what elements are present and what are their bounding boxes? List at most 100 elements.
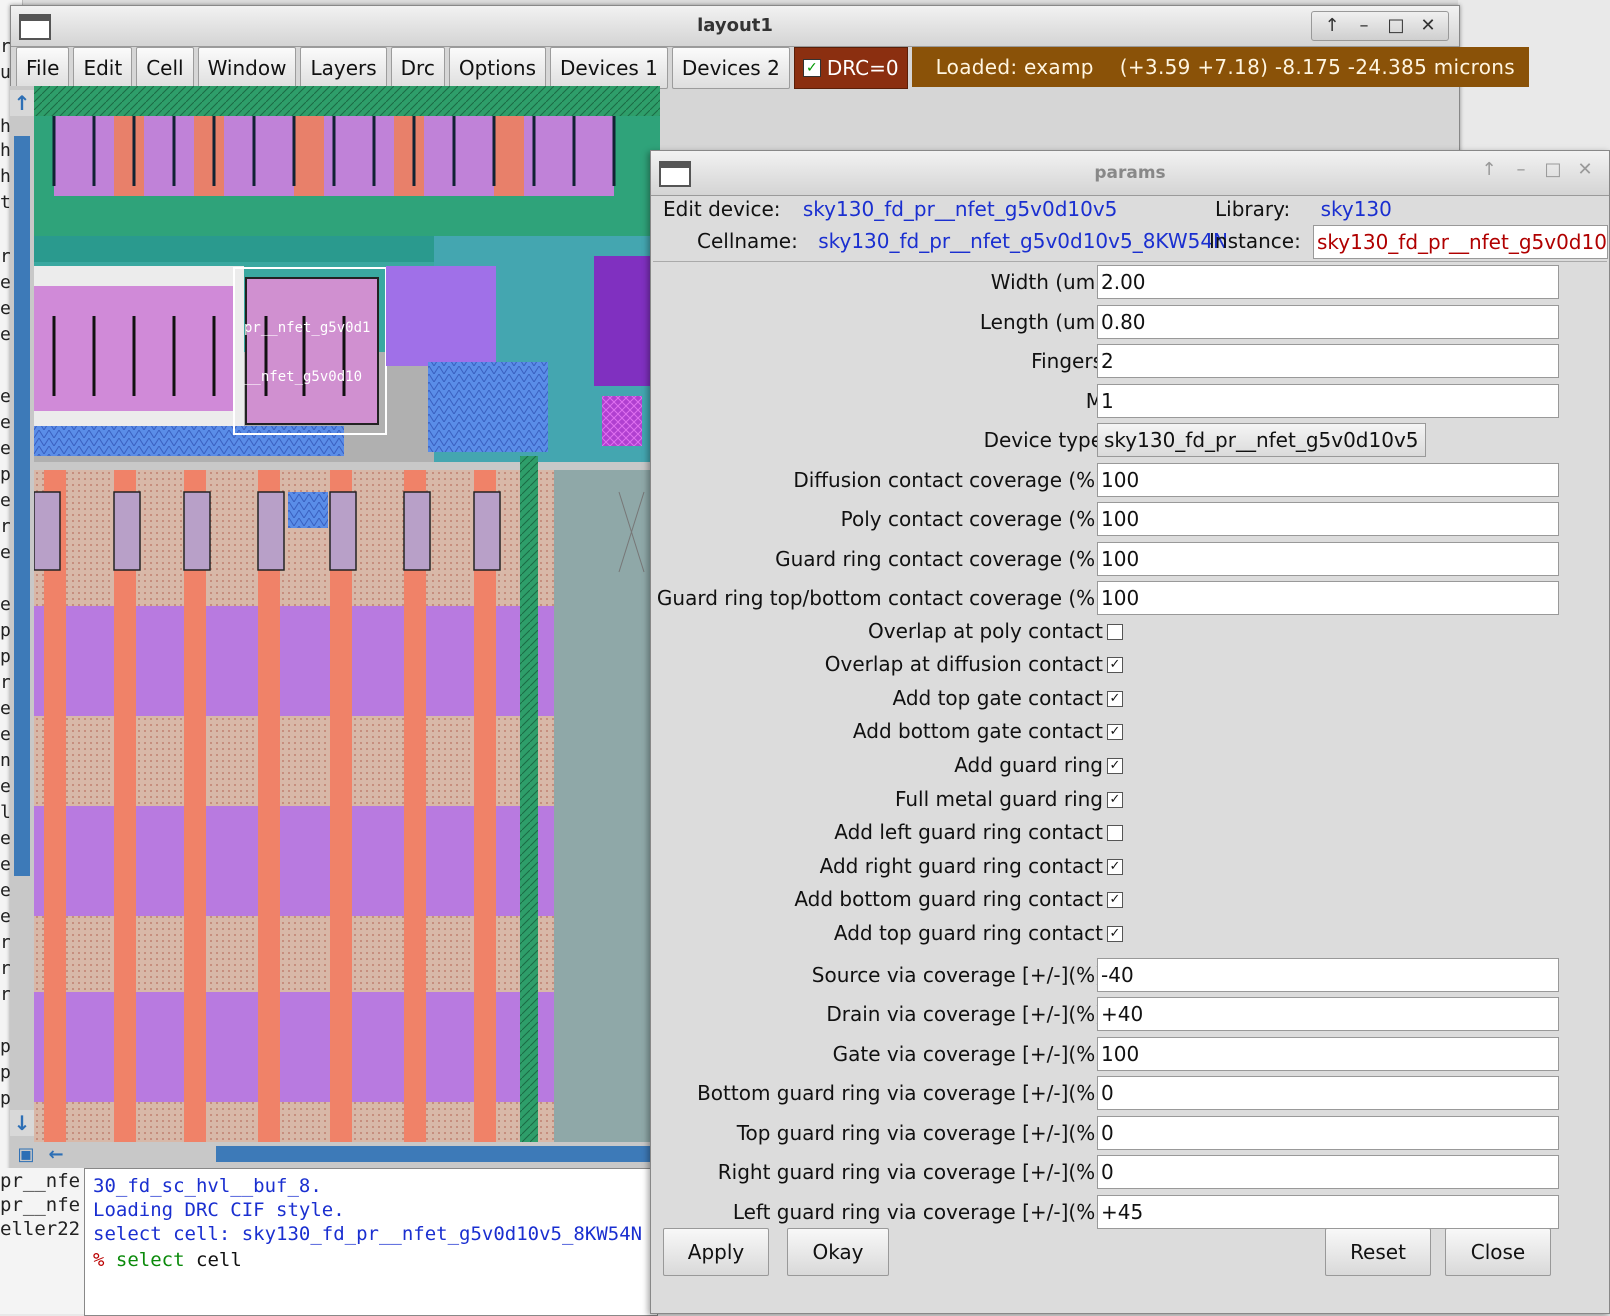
status-coordinates: (+3.59 +7.18) -8.175 -24.385 microns [1119,55,1515,79]
add-left-guard-ring-contact-checkbox[interactable] [1107,825,1123,842]
add-left-guard-ring-contact-label: Add left guard ring contact [834,820,1103,845]
poly-contact-coverage-row: Poly contact coverage (%) 100 [651,500,1607,540]
bg-console-line: pr__nfe [0,1194,81,1216]
dialog-window-controls: ↑ – □ ✕ [1475,156,1599,184]
maximize-icon[interactable]: □ [1539,156,1567,184]
menu-devices-1[interactable]: Devices 1 [550,47,668,89]
length-label: Length (um) [979,309,1103,334]
bottom-guard-ring-via-coverage-field[interactable]: 0 [1097,1076,1559,1110]
raise-icon[interactable]: ↑ [1475,156,1503,184]
right-guard-ring-via-coverage-row: Right guard ring via coverage [+/-](%) 0 [651,1153,1607,1193]
layout-canvas[interactable]: pr__nfet_g5v0d1 __nfet_g5v0d10 [34,86,660,1142]
drain-via-coverage-row: Drain via coverage [+/-](%) +40 [651,995,1607,1035]
add-bottom-gate-contact-checkbox[interactable]: ✓ [1107,724,1123,741]
add-top-gate-contact-row: Add top gate contact ✓ [651,684,1607,716]
instance-field[interactable]: sky130_fd_pr__nfet_g5v0d10v5 [1313,225,1608,259]
cell-label-2: __nfet_g5v0d10 [244,369,362,385]
close-button[interactable]: Close [1445,1228,1551,1276]
add-right-guard-ring-contact-checkbox[interactable]: ✓ [1107,858,1123,875]
close-icon[interactable]: ✕ [1571,156,1599,184]
console-line: 30_fd_sc_hvl__buf_8. [93,1175,322,1197]
add-guard-ring-label: Add guard ring [954,752,1103,777]
horizontal-scroll-thumb[interactable] [216,1146,660,1162]
menu-layers[interactable]: Layers [300,47,387,89]
add-guard-ring-row: Add guard ring ✓ [651,751,1607,783]
minimize-icon[interactable]: – [1350,12,1378,40]
menu-drc[interactable]: Drc [390,47,445,89]
add-bottom-guard-ring-contact-checkbox[interactable]: ✓ [1107,892,1123,909]
add-top-guard-ring-contact-checkbox[interactable]: ✓ [1107,925,1123,942]
vertical-scroll-thumb[interactable] [14,136,30,876]
device-type-selector[interactable]: sky130_fd_pr__nfet_g5v0d10v5 [1097,423,1426,457]
layout-window-title: layout1 [697,15,773,36]
add-bottom-gate-contact-row: Add bottom gate contact ✓ [651,717,1607,749]
background-console-fragment: pr__nfe pr__nfe eller22 [0,1168,84,1314]
apply-button[interactable]: Apply [663,1228,769,1276]
menu-devices-2[interactable]: Devices 2 [671,47,790,89]
horizontal-scrollbar[interactable]: ▣ ← [10,1142,660,1168]
poly-contact-coverage-field[interactable]: 100 [1097,502,1559,536]
cellname-label: Cellname: [697,229,798,253]
fingers-field[interactable]: 2 [1097,344,1559,378]
menu-options[interactable]: Options [448,47,546,89]
overlap-diffusion-contact-checkbox[interactable]: ✓ [1107,657,1123,674]
menu-file[interactable]: File [16,47,70,89]
vertical-scrollbar[interactable]: ↑ ↓ [10,86,34,1142]
fingers-row: Fingers 2 [651,342,1607,382]
reset-button[interactable]: Reset [1325,1228,1431,1276]
layout-drawing: pr__nfet_g5v0d1 __nfet_g5v0d10 [34,86,660,1142]
source-via-coverage-row: Source via coverage [+/-](%) -40 [651,956,1607,996]
add-right-guard-ring-contact-label: Add right guard ring contact [819,853,1103,878]
gate-via-coverage-field[interactable]: 100 [1097,1036,1559,1071]
add-guard-ring-checkbox[interactable]: ✓ [1107,757,1123,774]
menu-edit[interactable]: Edit [73,47,133,89]
arrow-up-icon[interactable]: ↑ [10,90,34,116]
gate-via-coverage-row: Gate via coverage [+/-](%) 100 [651,1035,1607,1075]
cell-label-1: pr__nfet_g5v0d1 [244,320,370,336]
width-row: Width (um) 2.00 [651,263,1607,303]
full-metal-guard-ring-row: Full metal guard ring ✓ [651,785,1607,817]
overlap-poly-contact-row: Overlap at poly contact [651,617,1607,649]
right-guard-ring-via-coverage-field[interactable]: 0 [1097,1155,1559,1189]
gate-via-coverage-label: Gate via coverage [+/-](%) [832,1041,1103,1066]
left-guard-ring-via-coverage-label: Left guard ring via coverage [+/-](%) [732,1199,1103,1224]
width-field[interactable]: 2.00 [1097,265,1559,299]
drain-via-coverage-field[interactable]: +40 [1097,997,1559,1031]
guard-ring-contact-coverage-label: Guard ring contact coverage (%) [775,546,1103,571]
maximize-icon[interactable]: □ [1382,12,1410,40]
arrow-left-icon[interactable]: ← [44,1142,68,1168]
m-field[interactable]: 1 [1097,383,1559,418]
length-field[interactable]: 0.80 [1097,304,1559,339]
left-guard-ring-via-coverage-row: Left guard ring via coverage [+/-](%) +45 [651,1193,1607,1233]
menu-window[interactable]: Window [197,47,297,89]
console-output[interactable]: 30_fd_sc_hvl__buf_8. Loading DRC CIF sty… [84,1168,658,1316]
add-top-gate-contact-label: Add top gate contact [892,685,1103,710]
top-guard-ring-via-coverage-field[interactable]: 0 [1097,1115,1559,1150]
raise-icon[interactable]: ↑ [1318,12,1346,40]
full-metal-guard-ring-checkbox[interactable]: ✓ [1107,791,1123,808]
close-icon[interactable]: ✕ [1414,12,1442,40]
device-type-row: Device type sky130_fd_pr__nfet_g5v0d10v5 [651,421,1607,461]
minimize-icon[interactable]: – [1507,156,1535,184]
library-label: Library: [1215,197,1291,221]
source-via-coverage-field[interactable]: -40 [1097,957,1559,992]
arrow-down-icon[interactable]: ↓ [10,1110,34,1136]
okay-button[interactable]: Okay [787,1228,889,1276]
guard-ring-contact-coverage-field[interactable]: 100 [1097,541,1559,576]
guard-ring-top-bottom-contact-coverage-row: Guard ring top/bottom contact coverage (… [651,579,1607,619]
menu-cell[interactable]: Cell [136,47,194,89]
cellname-value: sky130_fd_pr__nfet_g5v0d10v5_8KW54N [818,229,1229,253]
layout-titlebar[interactable]: layout1 ↑ – □ ✕ [11,6,1459,47]
zoom-box-icon[interactable]: ▣ [14,1142,38,1168]
drc-toggle[interactable]: ✓ DRC=0 [793,47,908,89]
left-guard-ring-via-coverage-field[interactable]: +45 [1097,1194,1559,1229]
add-top-gate-contact-checkbox[interactable]: ✓ [1107,690,1123,707]
params-titlebar[interactable]: params ↑ – □ ✕ [651,151,1609,196]
diffusion-contact-coverage-field[interactable]: 100 [1097,462,1559,497]
overlap-poly-contact-checkbox[interactable] [1107,623,1123,640]
console-input-line[interactable]: % select cell [93,1249,242,1271]
guard-ring-top-bottom-contact-coverage-field[interactable]: 100 [1097,581,1559,615]
window-controls: ↑ – □ ✕ [1311,11,1449,41]
library-value: sky130 [1320,197,1392,221]
console-command: select [115,1249,185,1271]
